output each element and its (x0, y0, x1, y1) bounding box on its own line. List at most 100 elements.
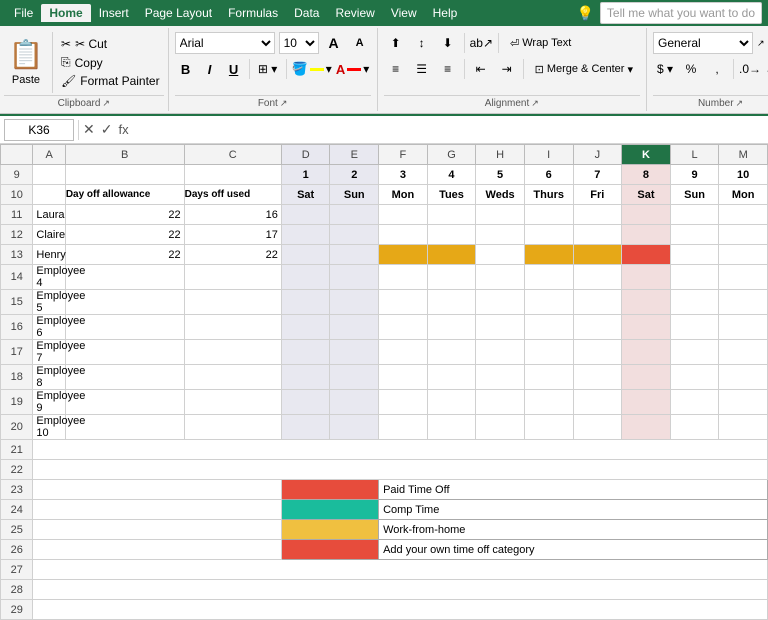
cell-14-C[interactable] (184, 265, 281, 290)
formula-input[interactable] (133, 119, 764, 141)
cell-19-G[interactable] (427, 390, 476, 415)
cell-17-J[interactable] (573, 340, 622, 365)
cell-14-J[interactable] (573, 265, 622, 290)
cell-11-L[interactable] (670, 205, 719, 225)
cell-10-A[interactable] (33, 185, 65, 205)
cell-14-L[interactable] (670, 265, 719, 290)
cell-17-I[interactable] (524, 340, 573, 365)
col-header-K[interactable]: K (622, 145, 671, 165)
cell-19-H[interactable] (476, 390, 525, 415)
cell-13-B[interactable]: 22 (65, 245, 184, 265)
col-header-L[interactable]: L (670, 145, 719, 165)
cell-16-J[interactable] (573, 315, 622, 340)
cell-17-G[interactable] (427, 340, 476, 365)
cell-20-J[interactable] (573, 415, 622, 440)
cell-13-D[interactable] (281, 245, 330, 265)
cell-13-J[interactable] (573, 245, 622, 265)
cell-14-H[interactable] (476, 265, 525, 290)
cell-10-K[interactable]: Sat (622, 185, 671, 205)
align-bottom-button[interactable]: ⬇ (436, 32, 460, 54)
border-button[interactable]: ⊞ ▾ (254, 58, 282, 80)
number-format-select[interactable]: General (653, 32, 753, 54)
cell-18-I[interactable] (524, 365, 573, 390)
cell-9-C[interactable] (184, 165, 281, 185)
cell-14-D[interactable] (281, 265, 330, 290)
cell-10-E[interactable]: Sun (330, 185, 379, 205)
cell-28-rest[interactable] (33, 580, 768, 600)
cell-15-D[interactable] (281, 290, 330, 315)
cell-16-D[interactable] (281, 315, 330, 340)
cell-15-K[interactable] (622, 290, 671, 315)
menu-item-home[interactable]: Home (41, 4, 90, 22)
cell-18-G[interactable] (427, 365, 476, 390)
cancel-formula-icon[interactable]: ✕ (83, 121, 95, 138)
cell-9-K[interactable]: 8 (622, 165, 671, 185)
increase-decimal-button[interactable]: .0→ (738, 58, 762, 80)
cell-11-F[interactable] (379, 205, 428, 225)
cell-26-ABC[interactable] (33, 540, 281, 560)
align-expander-icon[interactable]: ↗ (531, 98, 539, 109)
align-middle-button[interactable]: ↕ (410, 32, 434, 54)
menu-item-insert[interactable]: Insert (91, 4, 137, 22)
menu-item-view[interactable]: View (383, 4, 425, 22)
cell-29-rest[interactable] (33, 600, 768, 620)
cell-13-A[interactable]: Henry (33, 245, 65, 265)
align-right-button[interactable]: ≡ (436, 58, 460, 80)
cell-9-L[interactable]: 9 (670, 165, 719, 185)
cell-14-M[interactable] (719, 265, 768, 290)
cell-17-H[interactable] (476, 340, 525, 365)
cell-13-G[interactable] (427, 245, 476, 265)
cell-16-K[interactable] (622, 315, 671, 340)
insert-function-icon[interactable]: fx (118, 122, 128, 137)
name-box[interactable]: K36 (4, 119, 74, 141)
cell-16-I[interactable] (524, 315, 573, 340)
menu-item-help[interactable]: Help (425, 4, 466, 22)
cell-9-J[interactable]: 7 (573, 165, 622, 185)
cell-11-I[interactable] (524, 205, 573, 225)
cell-18-L[interactable] (670, 365, 719, 390)
cell-19-M[interactable] (719, 390, 768, 415)
cell-12-F[interactable] (379, 225, 428, 245)
cell-24-ABC[interactable] (33, 500, 281, 520)
cell-10-C[interactable]: Days off used (184, 185, 281, 205)
cell-20-C[interactable] (184, 415, 281, 440)
font-grow-button[interactable]: A (323, 32, 345, 54)
cell-19-J[interactable] (573, 390, 622, 415)
cell-18-E[interactable] (330, 365, 379, 390)
cell-9-F[interactable]: 3 (379, 165, 428, 185)
confirm-formula-icon[interactable]: ✓ (101, 121, 113, 138)
paste-button[interactable]: 📋 Paste (4, 32, 53, 93)
cell-12-J[interactable] (573, 225, 622, 245)
col-header-I[interactable]: I (524, 145, 573, 165)
cell-13-F[interactable] (379, 245, 428, 265)
cell-10-J[interactable]: Fri (573, 185, 622, 205)
font-size-select[interactable]: 10 (279, 32, 319, 54)
cell-12-E[interactable] (330, 225, 379, 245)
cell-12-G[interactable] (427, 225, 476, 245)
cell-11-B[interactable]: 22 (65, 205, 184, 225)
cell-22-rest[interactable] (33, 460, 768, 480)
cell-10-F[interactable]: Mon (379, 185, 428, 205)
cell-19-K[interactable] (622, 390, 671, 415)
cell-11-D[interactable] (281, 205, 330, 225)
cell-10-B[interactable]: Day off allowance (65, 185, 184, 205)
menu-item-review[interactable]: Review (327, 4, 382, 22)
cell-16-F[interactable] (379, 315, 428, 340)
cell-16-H[interactable] (476, 315, 525, 340)
cell-18-K[interactable] (622, 365, 671, 390)
cell-10-G[interactable]: Tues (427, 185, 476, 205)
cell-14-G[interactable] (427, 265, 476, 290)
comma-button[interactable]: , (705, 58, 729, 80)
cell-18-J[interactable] (573, 365, 622, 390)
cell-10-M[interactable]: Mon (719, 185, 768, 205)
cell-14-F[interactable] (379, 265, 428, 290)
italic-button[interactable]: I (199, 58, 221, 80)
cell-15-L[interactable] (670, 290, 719, 315)
cell-20-E[interactable] (330, 415, 379, 440)
cell-17-E[interactable] (330, 340, 379, 365)
cell-20-A[interactable]: Employee 10 (33, 415, 65, 440)
cell-15-M[interactable] (719, 290, 768, 315)
cell-20-D[interactable] (281, 415, 330, 440)
cell-14-I[interactable] (524, 265, 573, 290)
cell-12-A[interactable]: Claire (33, 225, 65, 245)
